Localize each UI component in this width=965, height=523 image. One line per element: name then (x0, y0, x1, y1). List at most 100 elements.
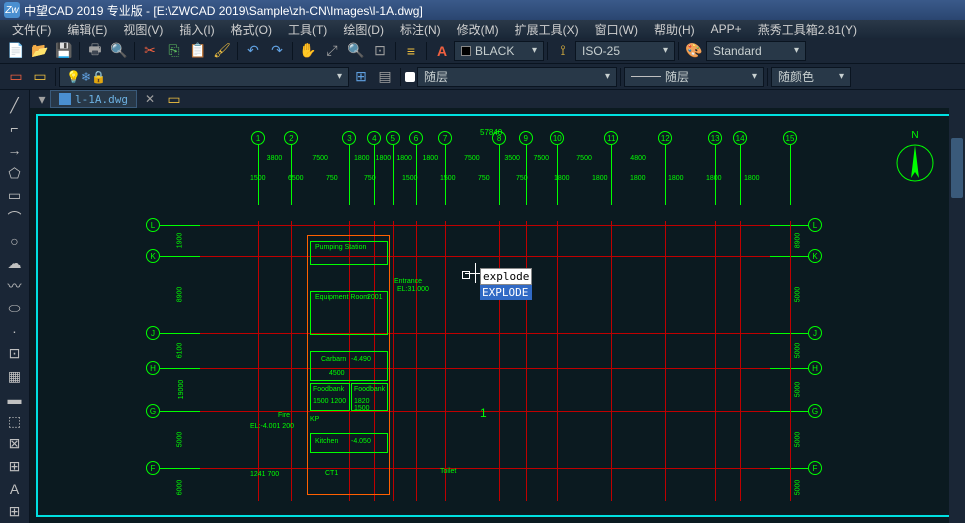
print-button[interactable]: 🖶 (84, 40, 106, 62)
col-dim-a: 3800 (267, 155, 283, 162)
rectangle-tool[interactable]: ▭ (4, 185, 26, 206)
textstyle-icon[interactable]: 🎨 (683, 40, 705, 62)
command-autocomplete[interactable]: explode EXPLODE (480, 268, 532, 300)
menu-app[interactable]: APP+ (703, 20, 750, 38)
layer-prev-button[interactable]: ▭ (29, 66, 51, 88)
drawing-canvas[interactable]: N 12345678910111213141538007500180018001… (30, 108, 965, 523)
ray-tool[interactable]: → (4, 140, 26, 161)
grid-bubble-col: 2 (284, 131, 298, 145)
menu-edit[interactable]: 编辑(E) (59, 19, 115, 40)
col-dim-b: 1800 (554, 175, 570, 182)
polygon-tool[interactable]: ⬠ (4, 163, 26, 184)
svg-text:N: N (911, 130, 918, 141)
text-color-icon[interactable]: A (431, 40, 453, 62)
gradient-tool[interactable]: ▬ (4, 389, 26, 410)
row-dim: 8900 (176, 286, 183, 302)
textstyle-dropdown[interactable]: Standard (706, 41, 806, 61)
paste-button[interactable]: 📋 (187, 40, 209, 62)
properties-button[interactable]: ≡ (400, 40, 422, 62)
vertical-scrollbar[interactable] (949, 108, 965, 523)
layer-iso-button[interactable]: ▤ (374, 66, 396, 88)
circle-tool[interactable]: ○ (4, 230, 26, 251)
tab-menu-icon[interactable]: ▾ (35, 88, 49, 110)
hatch-tool[interactable]: ▦ (4, 366, 26, 387)
menu-yanxiu[interactable]: 燕秀工具箱2.81(Y) (750, 19, 865, 40)
menu-ext-tools[interactable]: 扩展工具(X) (507, 19, 587, 40)
zoom-window-button[interactable]: ⊡ (369, 40, 391, 62)
plotstyle-dropdown[interactable]: 随颜色 (771, 67, 851, 87)
region-tool[interactable]: ⬚ (4, 411, 26, 432)
grid-bubble-col: 1 (251, 131, 265, 145)
polyline-tool[interactable]: ⌐ (4, 118, 26, 139)
grid-bubble-col: 4 (367, 131, 381, 145)
grid-bubble-row: G (146, 404, 160, 418)
text-tool[interactable]: A (4, 479, 26, 500)
redo-button[interactable]: ↷ (266, 40, 288, 62)
layer-dropdown[interactable]: 💡❄🔒 (59, 67, 349, 87)
menu-modify[interactable]: 修改(M) (449, 19, 507, 40)
line-tool[interactable]: ╱ (4, 95, 26, 116)
save-button[interactable]: 💾 (53, 40, 75, 62)
new-button[interactable]: 📄 (5, 40, 27, 62)
room-kitchen: Kitchen -4.050 (310, 433, 388, 453)
menu-insert[interactable]: 插入(I) (171, 19, 222, 40)
menu-window[interactable]: 窗口(W) (587, 19, 646, 40)
command-suggestion[interactable]: EXPLODE (480, 285, 532, 300)
entrance-label: Entrance (394, 278, 422, 285)
command-input-text[interactable]: explode (480, 268, 532, 285)
linetype-dropdown[interactable]: 随层 (417, 67, 617, 87)
tab-close-button[interactable]: ✕ (145, 92, 155, 106)
wipeout-tool[interactable]: ⊠ (4, 434, 26, 455)
grid-bubble-row: G (808, 404, 822, 418)
grid-bubble-col: 3 (342, 131, 356, 145)
open-button[interactable]: 📂 (29, 40, 51, 62)
dwg-icon (59, 93, 71, 105)
linetype-icon (405, 72, 415, 82)
undo-button[interactable]: ↶ (242, 40, 264, 62)
zoom-button[interactable]: 🔍 (345, 40, 367, 62)
color-dropdown[interactable]: BLACK (454, 41, 544, 61)
col-dim-b: 750 (516, 175, 528, 182)
match-button[interactable]: 🖌 (211, 40, 233, 62)
menu-dimension[interactable]: 标注(N) (392, 19, 449, 40)
tab-add-button[interactable]: ▭ (163, 88, 185, 110)
menu-help[interactable]: 帮助(H) (646, 19, 703, 40)
zoom-extents-button[interactable]: ⤢ (321, 40, 343, 62)
fire-dim: EL:-4.001 200 (250, 423, 294, 430)
col-dim-a: 4800 (630, 155, 646, 162)
layers-button[interactable]: ▭ (5, 66, 27, 88)
menu-file[interactable]: 文件(F) (4, 19, 59, 40)
col-dim-b: 750 (364, 175, 376, 182)
row-dim: 6100 (176, 342, 183, 358)
col-dim-a: 7500 (312, 155, 328, 162)
grid-bubble-col: 10 (550, 131, 564, 145)
row-dim-right: 5000 (794, 342, 801, 358)
preview-button[interactable]: 🔍 (108, 40, 130, 62)
menu-format[interactable]: 格式(O) (223, 19, 280, 40)
copy-button[interactable]: ⎘ (163, 40, 185, 62)
col-dim-a: 1800 (354, 155, 370, 162)
grid-bubble-row: L (808, 218, 822, 232)
lineweight-dropdown[interactable]: 随层 (624, 67, 764, 87)
menu-view[interactable]: 视图(V) (115, 19, 171, 40)
block-tool[interactable]: ⊡ (4, 343, 26, 364)
file-tab[interactable]: l-1A.dwg (50, 90, 137, 108)
arc-tool[interactable]: ⌒ (4, 208, 26, 229)
col-dim-a: 7500 (464, 155, 480, 162)
point-tool[interactable]: · (4, 321, 26, 342)
pan-button[interactable]: ✋ (297, 40, 319, 62)
menu-draw[interactable]: 绘图(D) (335, 19, 392, 40)
col-dim-a: 7500 (533, 155, 549, 162)
table-tool[interactable]: ⊞ (4, 456, 26, 477)
ellipse-tool[interactable]: ⬭ (4, 298, 26, 319)
layer-state-button[interactable]: ⊞ (350, 66, 372, 88)
cut-button[interactable]: ✂ (139, 40, 161, 62)
menu-tools[interactable]: 工具(T) (280, 19, 335, 40)
dimstyle-icon[interactable]: ⟟ (552, 40, 574, 62)
dimstyle-dropdown[interactable]: ISO-25 (575, 41, 675, 61)
scrollbar-thumb[interactable] (951, 138, 963, 198)
more-tool[interactable]: ⊞ (4, 501, 26, 522)
col-dim-b: 1500 (440, 175, 456, 182)
spline-tool[interactable]: 〰 (4, 276, 26, 297)
revcloud-tool[interactable]: ☁ (4, 253, 26, 274)
